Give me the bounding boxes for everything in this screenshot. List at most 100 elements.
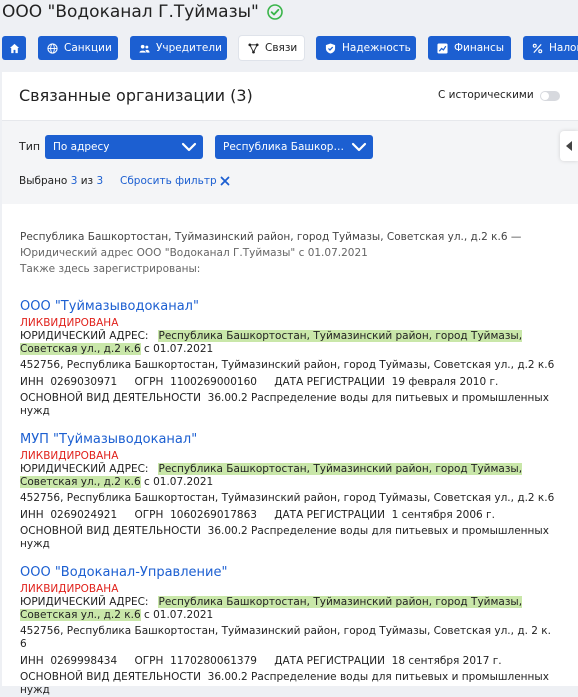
type-select[interactable]: По адресу [45,135,203,159]
address-line-2: Юридический адрес ООО "Водоканал Г.Туйма… [20,247,368,259]
results-content: Республика Башкортостан, Туймазинский ра… [20,229,560,696]
reg-date-value: 18 сентября 2017 г. [391,655,502,667]
address-highlight: Республика Башкортостан, Туймазинский ра… [158,463,523,475]
org-postal-address: 452756, Республика Башкортостан, Туймази… [20,359,555,371]
nav-label: Финансы [454,42,505,54]
org-legal-address: ЮРИДИЧЕСКИЙ АДРЕС: Республика Башкортост… [20,463,560,489]
nav-finance-button[interactable]: Финансы [428,36,511,60]
inn-value: 0269030971 [50,376,118,388]
card-header: Связанные организации (3) С историческим… [2,72,578,121]
org-ids: ИНН 0269024921 ОГРН 1060269017863 ДАТА Р… [20,509,560,522]
shield-icon [325,42,336,54]
org-ids: ИНН 0269030971 ОГРН 1100269000160 ДАТА Р… [20,376,560,389]
reg-date-value: 1 сентября 2006 г. [391,509,495,521]
percent-icon [532,43,543,53]
address-line-3: Также здесь зарегистрированы: [20,263,201,275]
selected-count: 3 [70,175,78,187]
users-icon [139,44,150,53]
region-select-value: Республика Башкортостан [223,141,349,153]
region-select[interactable]: Республика Башкортостан [215,135,373,159]
globe-icon [47,42,58,54]
org-activity: ОСНОВНОЙ ВИД ДЕЯТЕЛЬНОСТИ 36.00.2 Распре… [20,392,560,418]
selected-label: Выбрано [19,175,68,187]
nav-home-button[interactable] [2,36,26,60]
org-legal-address: ЮРИДИЧЕСКИЙ АДРЕС: Республика Башкортост… [20,330,560,356]
nav-label: Налоги [549,42,578,54]
nav-reliability-button[interactable]: Надежность [316,36,416,60]
activity-value: 36.00.2 Распределение воды для питьевых … [207,392,549,404]
historical-toggle[interactable] [540,91,560,101]
chevron-left-icon [566,141,572,151]
reg-date-label: ДАТА РЕГИСТРАЦИИ [274,376,385,388]
ogrn-label: ОГРН [134,376,164,388]
org-name-link[interactable]: ООО "Туймазыводоканал" [20,298,560,316]
ogrn-value: 1060269017863 [170,509,257,521]
org-name-link[interactable]: МУП "Туймазыводоканал" [20,431,560,449]
nav-taxes-button[interactable]: Налоги [523,36,578,60]
total-count: 3 [96,175,104,187]
reg-date-value: 19 февраля 2010 г. [391,376,499,388]
inn-label: ИНН [20,376,44,388]
network-icon [248,42,259,54]
inn-value: 0269998434 [50,655,118,667]
address-line-1: Республика Башкортостан, Туймазинский ра… [20,231,522,243]
close-icon [220,176,230,186]
reg-date-label: ДАТА РЕГИСТРАЦИИ [274,655,385,667]
activity-label: ОСНОВНОЙ ВИД ДЕЯТЕЛЬНОСТИ [20,525,201,537]
selected-count-line: Выбрано 3 из 3 [19,175,103,187]
legal-address-label: ЮРИДИЧЕСКИЙ АДРЕС: [20,596,149,608]
type-label: Тип [19,140,41,153]
address-highlight: Советская ул., д.2 к.6 [20,343,141,355]
legal-address-label: ЮРИДИЧЕСКИЙ АДРЕС: [20,463,149,475]
chevron-down-icon [181,142,197,152]
collapse-panel-button[interactable] [560,131,578,161]
org-status: ЛИКВИДИРОВАНА [20,450,119,462]
activity-value: 36.00.2 Распределение воды для питьевых … [207,525,549,537]
activity-label: ОСНОВНОЙ ВИД ДЕЯТЕЛЬНОСТИ [20,392,201,404]
nav-label: Санкции [64,42,112,54]
org-activity: ОСНОВНОЙ ВИД ДЕЯТЕЛЬНОСТИ 36.00.2 Распре… [20,525,560,551]
historical-toggle-label: С историческими [438,89,534,101]
card-title: Связанные организации (3) [19,86,253,105]
ogrn-value: 1100269000160 [170,376,257,388]
nav-label: Надежность [342,42,411,54]
filter-panel: Тип По адресу Республика Башкортостан Вы… [2,121,578,204]
org-status: ЛИКВИДИРОВАНА [20,583,119,595]
activity-value: 36.00.2 Распределение воды для питьевых … [207,671,549,683]
org-item: ООО "Водоканал-Управление" ЛИКВИДИРОВАНА… [20,564,560,697]
address-highlight: Республика Башкортостан, Туймазинский ра… [158,596,523,608]
org-ids: ИНН 0269998434 ОГРН 1170280061379 ДАТА Р… [20,655,560,668]
org-item: ООО "Туймазыводоканал" ЛИКВИДИРОВАНА ЮРИ… [20,298,560,418]
activity-value-cont: нужд [20,538,50,550]
org-postal-address: 452756, Республика Башкортостан, Туймази… [20,625,551,650]
address-highlight: Республика Башкортостан, Туймазинский ра… [158,330,523,342]
nav-founders-button[interactable]: Учредители [130,36,227,60]
since-date: с 01.07.2021 [143,476,214,488]
address-highlight: Советская ул., д.2 к.6 [20,476,141,488]
ogrn-label: ОГРН [134,509,164,521]
since-date: с 01.07.2021 [143,609,214,621]
org-legal-address: ЮРИДИЧЕСКИЙ АДРЕС: Республика Башкортост… [20,596,560,622]
org-activity: ОСНОВНОЙ ВИД ДЕЯТЕЛЬНОСТИ 36.00.2 Распре… [20,671,560,697]
nav-links-tab[interactable]: Связи [239,36,304,60]
type-select-value: По адресу [53,141,110,153]
nav-label: Связи [265,42,298,54]
org-status: ЛИКВИДИРОВАНА [20,317,119,329]
nav-sanctions-button[interactable]: Санкции [38,36,118,60]
page-title: ООО "Водоканал Г.Туймазы" [2,2,259,22]
since-date: с 01.07.2021 [143,343,214,355]
of-label: из [80,175,94,187]
org-item: МУП "Туймазыводоканал" ЛИКВИДИРОВАНА ЮРИ… [20,431,560,551]
home-icon [9,43,19,53]
org-name-link[interactable]: ООО "Водоканал-Управление" [20,564,560,582]
ogrn-value: 1170280061379 [170,655,257,667]
activity-value-cont: нужд [20,405,50,417]
verified-check-icon [267,4,283,20]
ogrn-label: ОГРН [134,655,164,667]
reset-filter-button[interactable]: Сбросить фильтр [120,175,230,187]
inn-label: ИНН [20,509,44,521]
address-highlight: Советская ул., д.2 к.6 [20,609,141,621]
activity-label: ОСНОВНОЙ ВИД ДЕЯТЕЛЬНОСТИ [20,671,201,683]
related-orgs-card: Связанные организации (3) С историческим… [2,72,578,696]
reg-date-label: ДАТА РЕГИСТРАЦИИ [274,509,385,521]
